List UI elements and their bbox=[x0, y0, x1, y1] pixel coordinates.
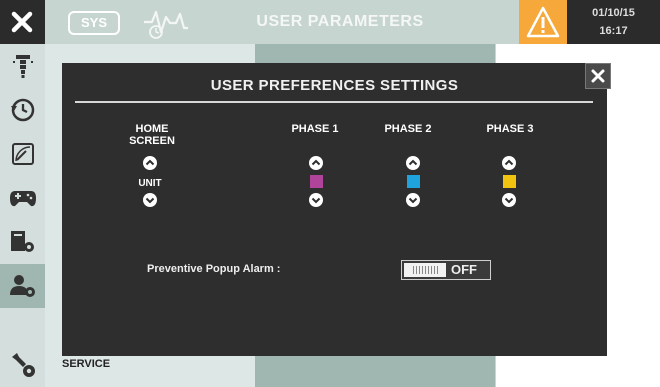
chevron-up-icon bbox=[406, 156, 420, 170]
wrench-gear-icon bbox=[11, 353, 35, 377]
sidebar-item-history[interactable] bbox=[0, 88, 45, 132]
user-settings-icon bbox=[9, 275, 35, 297]
top-bar: SYS USER PARAMETERS 01/10/15 16:17 bbox=[0, 0, 660, 44]
history-icon bbox=[10, 98, 34, 122]
heartbeat-clock-icon bbox=[144, 10, 188, 39]
phase-3-down-button[interactable] bbox=[502, 193, 516, 207]
gamepad-icon bbox=[9, 191, 36, 207]
sidebar-item-fan[interactable] bbox=[0, 44, 45, 88]
alarm-button[interactable] bbox=[519, 0, 567, 44]
sidebar-item-device-settings[interactable] bbox=[0, 220, 45, 264]
column-phase-2: PHASE 2 bbox=[384, 123, 432, 135]
column-home-screen: HOME SCREEN bbox=[129, 123, 175, 147]
close-app-button[interactable] bbox=[0, 0, 45, 44]
date-text: 01/10/15 bbox=[592, 7, 635, 19]
phase-3-color-swatch bbox=[503, 175, 516, 188]
phase-1-color-swatch bbox=[310, 175, 323, 188]
phase-2-color-swatch bbox=[407, 175, 420, 188]
dialog-close-button[interactable] bbox=[585, 63, 611, 89]
column-phase-3: PHASE 3 bbox=[486, 123, 534, 135]
toggle-state-text: OFF bbox=[451, 262, 477, 277]
chevron-down-icon bbox=[502, 193, 516, 207]
close-icon bbox=[11, 11, 33, 33]
user-preferences-dialog: USER PREFERENCES SETTINGS HOME SCREEN PH… bbox=[62, 63, 607, 356]
time-text: 16:17 bbox=[599, 25, 628, 37]
dialog-title: USER PREFERENCES SETTINGS bbox=[210, 77, 459, 94]
sys-button[interactable]: SYS bbox=[68, 11, 120, 35]
phase-1-down-button[interactable] bbox=[309, 193, 323, 207]
preventive-alarm-label: Preventive Popup Alarm : bbox=[147, 263, 281, 275]
toggle-knob bbox=[404, 263, 446, 277]
sidebar bbox=[0, 44, 45, 387]
sidebar-item-gamepad[interactable] bbox=[0, 176, 45, 220]
chevron-down-icon bbox=[309, 193, 323, 207]
fan-icon bbox=[12, 55, 33, 78]
screen-title: USER PARAMETERS bbox=[256, 13, 424, 30]
home-screen-up-button[interactable] bbox=[143, 156, 157, 170]
phase-2-up-button[interactable] bbox=[406, 156, 420, 170]
warning-icon bbox=[526, 6, 560, 38]
chevron-down-icon bbox=[406, 193, 420, 207]
phase-1-up-button[interactable] bbox=[309, 156, 323, 170]
chevron-up-icon bbox=[309, 156, 323, 170]
service-label: SERVICE bbox=[62, 358, 111, 370]
home-screen-down-button[interactable] bbox=[143, 193, 157, 207]
phase-3-up-button[interactable] bbox=[502, 156, 516, 170]
close-icon bbox=[591, 69, 605, 83]
gauge-icon bbox=[11, 143, 34, 165]
sidebar-item-service[interactable] bbox=[0, 343, 45, 387]
device-settings-icon bbox=[10, 231, 34, 252]
column-phase-1: PHASE 1 bbox=[291, 123, 339, 135]
title-divider bbox=[75, 101, 593, 103]
chevron-up-icon bbox=[143, 156, 157, 170]
sidebar-item-gauge[interactable] bbox=[0, 132, 45, 176]
preventive-alarm-toggle[interactable]: OFF bbox=[401, 260, 491, 280]
chevron-down-icon bbox=[143, 193, 157, 207]
home-screen-value: UNIT bbox=[138, 178, 162, 189]
datetime-display: 01/10/15 16:17 bbox=[567, 0, 660, 44]
chevron-up-icon bbox=[502, 156, 516, 170]
sidebar-item-user-settings[interactable] bbox=[0, 264, 45, 308]
phase-2-down-button[interactable] bbox=[406, 193, 420, 207]
